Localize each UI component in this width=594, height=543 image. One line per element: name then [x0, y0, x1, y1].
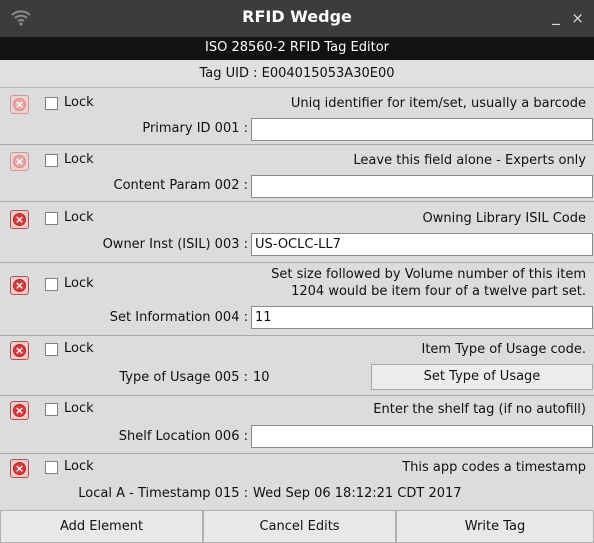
lock-label: Lock	[64, 95, 94, 110]
close-button[interactable]: ×	[571, 9, 584, 27]
remove-element-button[interactable]: ×	[10, 276, 29, 295]
field-label: Content Param 002 :	[113, 178, 249, 193]
field-label: Type of Usage 005 :	[119, 370, 248, 385]
remove-element-button[interactable]: ×	[10, 459, 29, 478]
type-of-usage-value: 10	[253, 370, 270, 385]
tag-uid-label: Tag UID :	[199, 66, 262, 81]
field-label: Primary ID 001 :	[142, 121, 248, 136]
element-content-param: × Lock Leave this field alone - Experts …	[0, 145, 594, 202]
cancel-edits-button[interactable]: Cancel Edits	[203, 510, 396, 543]
element-description: Item Type of Usage code.	[421, 342, 587, 357]
remove-element-button[interactable]: ×	[10, 95, 29, 114]
element-description: Enter the shelf tag (if no autofill)	[373, 402, 586, 417]
lock-checkbox[interactable]	[45, 278, 58, 291]
element-description: This app codes a timestamp	[402, 460, 586, 475]
description-line: 1204 would be item four of a twelve part…	[291, 284, 586, 299]
add-element-button[interactable]: Add Element	[0, 510, 203, 543]
set-type-of-usage-button[interactable]: Set Type of Usage	[371, 364, 593, 390]
lock-checkbox[interactable]	[45, 212, 58, 225]
lock-checkbox[interactable]	[45, 461, 58, 474]
editor-subtitle: ISO 28560-2 RFID Tag Editor	[0, 37, 594, 60]
shelf-location-input[interactable]	[251, 425, 593, 448]
element-type-of-usage: × Lock Item Type of Usage code. Type of …	[0, 336, 594, 396]
remove-element-button[interactable]: ×	[10, 341, 29, 360]
element-shelf-location: × Lock Enter the shelf tag (if no autofi…	[0, 396, 594, 454]
lock-label: Lock	[64, 152, 94, 167]
element-description: Owning Library ISIL Code	[422, 211, 586, 226]
field-label: Local A - Timestamp 015 :	[78, 486, 248, 501]
field-label: Shelf Location 006 :	[118, 429, 248, 444]
title-bar: RFID Wedge _ ×	[0, 0, 594, 37]
lock-label: Lock	[64, 210, 94, 225]
lock-label: Lock	[64, 276, 94, 291]
field-label: Owner Inst (ISIL) 003 :	[102, 237, 248, 252]
primary-id-input[interactable]	[251, 118, 593, 141]
action-bar: Add Element Cancel Edits Write Tag	[0, 510, 594, 543]
remove-element-button[interactable]: ×	[10, 152, 29, 171]
owner-inst-input[interactable]: US-OCLC-LL7	[251, 233, 593, 256]
set-information-input[interactable]: 11	[251, 306, 593, 329]
remove-element-button[interactable]: ×	[10, 401, 29, 420]
element-description: Leave this field alone - Experts only	[353, 153, 586, 168]
content-param-input[interactable]	[251, 175, 593, 198]
tag-uid: Tag UID : E004015053A30E00	[0, 60, 594, 88]
lock-checkbox[interactable]	[45, 403, 58, 416]
lock-checkbox[interactable]	[45, 154, 58, 167]
field-label: Set Information 004 :	[109, 310, 248, 325]
description-line: Set size followed by Volume number of th…	[271, 267, 586, 282]
element-owner-inst: × Lock Owning Library ISIL Code Owner In…	[0, 202, 594, 263]
timestamp-value: Wed Sep 06 18:12:21 CDT 2017	[253, 486, 462, 501]
element-description: Set size followed by Volume number of th…	[271, 266, 586, 300]
remove-element-button[interactable]: ×	[10, 210, 29, 229]
lock-checkbox[interactable]	[45, 343, 58, 356]
element-primary-id: × Lock Uniq identifier for item/set, usu…	[0, 88, 594, 145]
window-title: RFID Wedge	[242, 7, 352, 26]
lock-checkbox[interactable]	[45, 97, 58, 110]
element-set-information: × Lock Set size followed by Volume numbe…	[0, 263, 594, 336]
tag-uid-value: E004015053A30E00	[261, 66, 395, 81]
minimize-button[interactable]: _	[552, 6, 560, 25]
lock-label: Lock	[64, 401, 94, 416]
write-tag-button[interactable]: Write Tag	[396, 510, 594, 543]
lock-label: Lock	[64, 341, 94, 356]
element-description: Uniq identifier for item/set, usually a …	[290, 96, 586, 111]
element-timestamp: × Lock This app codes a timestamp Local …	[0, 454, 594, 510]
lock-label: Lock	[64, 459, 94, 474]
